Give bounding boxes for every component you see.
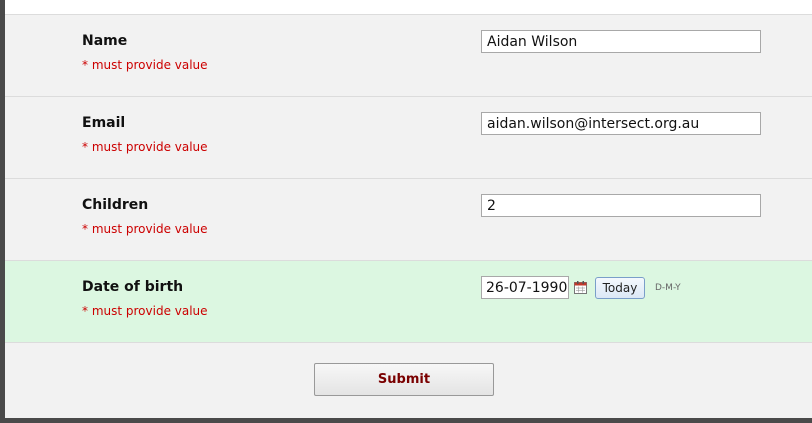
form-page: Name * must provide value Email * must p… <box>5 0 812 418</box>
email-row: Email * must provide value <box>5 97 812 179</box>
children-input[interactable] <box>481 194 761 217</box>
date-of-birth-label: Date of birth <box>82 279 184 295</box>
date-of-birth-input[interactable] <box>481 276 569 299</box>
email-label: Email <box>82 115 126 131</box>
top-strip <box>5 0 812 15</box>
date-format-hint: D-M-Y <box>655 283 681 293</box>
name-input[interactable] <box>481 30 761 53</box>
date-of-birth-row: Date of birth * must provide value Today… <box>5 261 812 343</box>
name-row: Name * must provide value <box>5 15 812 97</box>
email-required-message: * must provide value <box>82 140 208 154</box>
children-label: Children <box>82 197 149 213</box>
name-label: Name <box>82 33 128 49</box>
date-of-birth-required-message: * must provide value <box>82 304 208 318</box>
children-row: Children * must provide value <box>5 179 812 261</box>
today-button[interactable]: Today <box>595 277 645 299</box>
submit-button[interactable]: Submit <box>314 363 494 396</box>
children-required-message: * must provide value <box>82 222 208 236</box>
email-input[interactable] <box>481 112 761 135</box>
calendar-icon[interactable] <box>574 281 587 294</box>
name-required-message: * must provide value <box>82 58 208 72</box>
